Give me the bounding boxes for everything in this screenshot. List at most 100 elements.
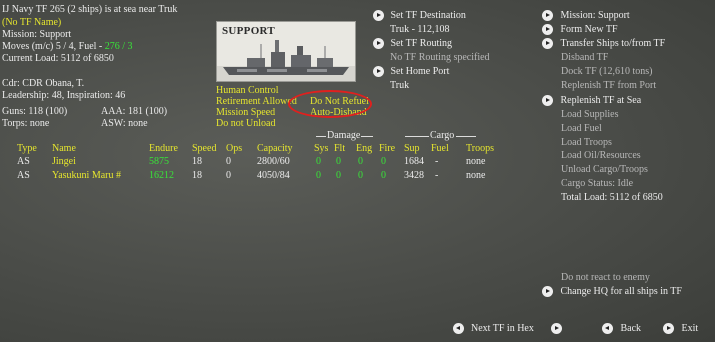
total-load: Total Load: 5112 of 6850 bbox=[561, 192, 663, 203]
mission-button[interactable]: Mission: Support bbox=[542, 10, 630, 21]
row1-speed: 18 bbox=[192, 156, 202, 167]
tf-mission: Mission: Support bbox=[2, 29, 72, 40]
moves-label: Moves (m/c) 5 / 4, Fuel - bbox=[2, 41, 105, 52]
set-routing-label: Set TF Routing bbox=[390, 37, 453, 49]
arrow-right-icon bbox=[373, 38, 384, 49]
form-new-tf-button[interactable]: Form New TF bbox=[542, 24, 618, 35]
cargo-status: Cargo Status: Idle bbox=[561, 178, 634, 189]
row2-fire: 0 bbox=[381, 170, 386, 181]
load-oil-item[interactable]: Load Oil/Resources bbox=[561, 151, 641, 161]
row2-flt: 0 bbox=[336, 170, 341, 181]
form-new-tf-label: Form New TF bbox=[560, 23, 618, 35]
load-supplies-item[interactable]: Load Supplies bbox=[561, 110, 619, 120]
col-sup: Sup bbox=[404, 143, 420, 154]
row1-sys: 0 bbox=[316, 156, 321, 167]
replenish-sea-label: Replenish TF at Sea bbox=[560, 94, 642, 106]
unload-cargo-item[interactable]: Unload Cargo/Troops bbox=[561, 165, 648, 175]
arrow-right-icon bbox=[373, 66, 384, 77]
row1-capacity: 2800/60 bbox=[257, 156, 290, 167]
arrow-right-icon bbox=[542, 24, 553, 35]
back-button[interactable]: Back bbox=[602, 323, 641, 334]
human-control-toggle[interactable]: Human Control bbox=[216, 86, 279, 96]
ship-silhouette-image bbox=[217, 40, 355, 81]
set-destination-label: Set TF Destination bbox=[390, 9, 466, 21]
tf-commander[interactable]: Cdr: CDR Obana, T. bbox=[2, 79, 84, 89]
next-tf-in-hex-label[interactable]: Next TF in Hex bbox=[471, 324, 534, 334]
row2-fuel: - bbox=[435, 170, 439, 181]
row2-endure: 16212 bbox=[149, 170, 174, 181]
load-troops-item[interactable]: Load Troops bbox=[561, 138, 612, 148]
arrow-right-icon bbox=[542, 10, 553, 21]
row2-capacity: 4050/84 bbox=[257, 170, 290, 181]
set-destination-button[interactable]: Set TF Destination bbox=[373, 10, 466, 21]
col-endure: Endure bbox=[149, 143, 178, 154]
set-home-port-button[interactable]: Set Home Port bbox=[373, 66, 449, 77]
mission-speed-toggle[interactable]: Mission Speed bbox=[216, 108, 275, 118]
col-troops: Troops bbox=[466, 143, 494, 154]
row2-troops: none bbox=[466, 170, 486, 181]
exit-label: Exit bbox=[681, 322, 699, 334]
retirement-toggle[interactable]: Retirement Allowed bbox=[216, 97, 297, 107]
tf-current-load: Current Load: 5112 of 6850 bbox=[2, 53, 114, 64]
arrow-left-icon bbox=[453, 323, 464, 334]
set-routing-button[interactable]: Set TF Routing bbox=[373, 38, 452, 49]
row2-type: AS bbox=[17, 170, 30, 181]
col-type: Type bbox=[17, 143, 37, 154]
row1-fire: 0 bbox=[381, 156, 386, 167]
row2-speed: 18 bbox=[192, 170, 202, 181]
row1-type: AS bbox=[17, 156, 30, 167]
disband-tf-item[interactable]: Disband TF bbox=[561, 53, 608, 63]
tf-aaa: AAA: 181 (100) bbox=[101, 106, 168, 117]
tf-name: (No TF Name) bbox=[2, 17, 62, 28]
row1-eng: 0 bbox=[358, 156, 363, 167]
col-name: Name bbox=[52, 143, 76, 154]
row1-troops: none bbox=[466, 156, 486, 167]
exit-button[interactable]: Exit bbox=[663, 323, 698, 334]
col-eng: Eng bbox=[356, 143, 373, 154]
do-not-react-item[interactable]: Do not react to enemy bbox=[561, 273, 650, 283]
row2-sup: 3428 bbox=[404, 170, 424, 181]
cargo-group-header: Cargo bbox=[430, 130, 455, 141]
tf-leadership: Leadership: 48, Inspiration: 46 bbox=[2, 90, 126, 101]
change-hq-button[interactable]: Change HQ for all ships in TF bbox=[542, 286, 682, 297]
tf-moves: Moves (m/c) 5 / 4, Fuel - 276 / 3 bbox=[2, 42, 133, 52]
col-speed: Speed bbox=[192, 143, 217, 154]
dock-tf-item[interactable]: Dock TF (12,610 tons) bbox=[561, 67, 652, 77]
damage-rule-left bbox=[316, 136, 326, 137]
arrow-right-icon bbox=[663, 323, 674, 334]
row1-ship-name[interactable]: Jingei bbox=[52, 157, 76, 167]
row2-sys: 0 bbox=[316, 170, 321, 181]
row1-flt: 0 bbox=[336, 156, 341, 167]
row2-ops: 0 bbox=[226, 170, 231, 181]
prev-tf-button[interactable] bbox=[453, 323, 464, 334]
col-ops: Ops bbox=[226, 143, 243, 154]
arrow-right-icon bbox=[542, 286, 553, 297]
transfer-ships-label: Transfer Ships to/from TF bbox=[560, 37, 666, 49]
replenish-port-item[interactable]: Replenish TF from Port bbox=[561, 81, 656, 91]
unload-toggle[interactable]: Do not Unload bbox=[216, 119, 275, 129]
col-capacity: Capacity bbox=[257, 143, 293, 154]
replenish-sea-button[interactable]: Replenish TF at Sea bbox=[542, 95, 641, 106]
cargo-rule-left bbox=[405, 136, 429, 137]
damage-group-header: Damage bbox=[327, 130, 361, 141]
col-sys: Sys bbox=[314, 143, 329, 154]
change-hq-label: Change HQ for all ships in TF bbox=[560, 285, 682, 297]
ship-class-image: SUPPORT bbox=[216, 21, 356, 82]
mission-label: Mission: Support bbox=[560, 9, 630, 21]
tf-title: IJ Navy TF 265 (2 ships) is at sea near … bbox=[2, 4, 178, 15]
tf-guns: Guns: 118 (100) bbox=[2, 106, 68, 117]
destination-value: Truk - 112,108 bbox=[390, 24, 450, 35]
next-tf-button[interactable] bbox=[551, 323, 562, 334]
transfer-ships-button[interactable]: Transfer Ships to/from TF bbox=[542, 38, 665, 49]
tf-asw: ASW: none bbox=[101, 118, 148, 129]
set-home-port-label: Set Home Port bbox=[390, 65, 450, 77]
arrow-right-icon bbox=[542, 95, 553, 106]
load-fuel-item[interactable]: Load Fuel bbox=[561, 124, 602, 134]
row2-eng: 0 bbox=[358, 170, 363, 181]
row1-sup: 1684 bbox=[404, 156, 424, 167]
col-fire: Fire bbox=[379, 143, 396, 154]
col-flt: Flt bbox=[334, 143, 346, 154]
back-label: Back bbox=[620, 322, 642, 334]
arrow-right-icon bbox=[373, 10, 384, 21]
row2-ship-name[interactable]: Yasukuni Maru # bbox=[52, 171, 121, 181]
